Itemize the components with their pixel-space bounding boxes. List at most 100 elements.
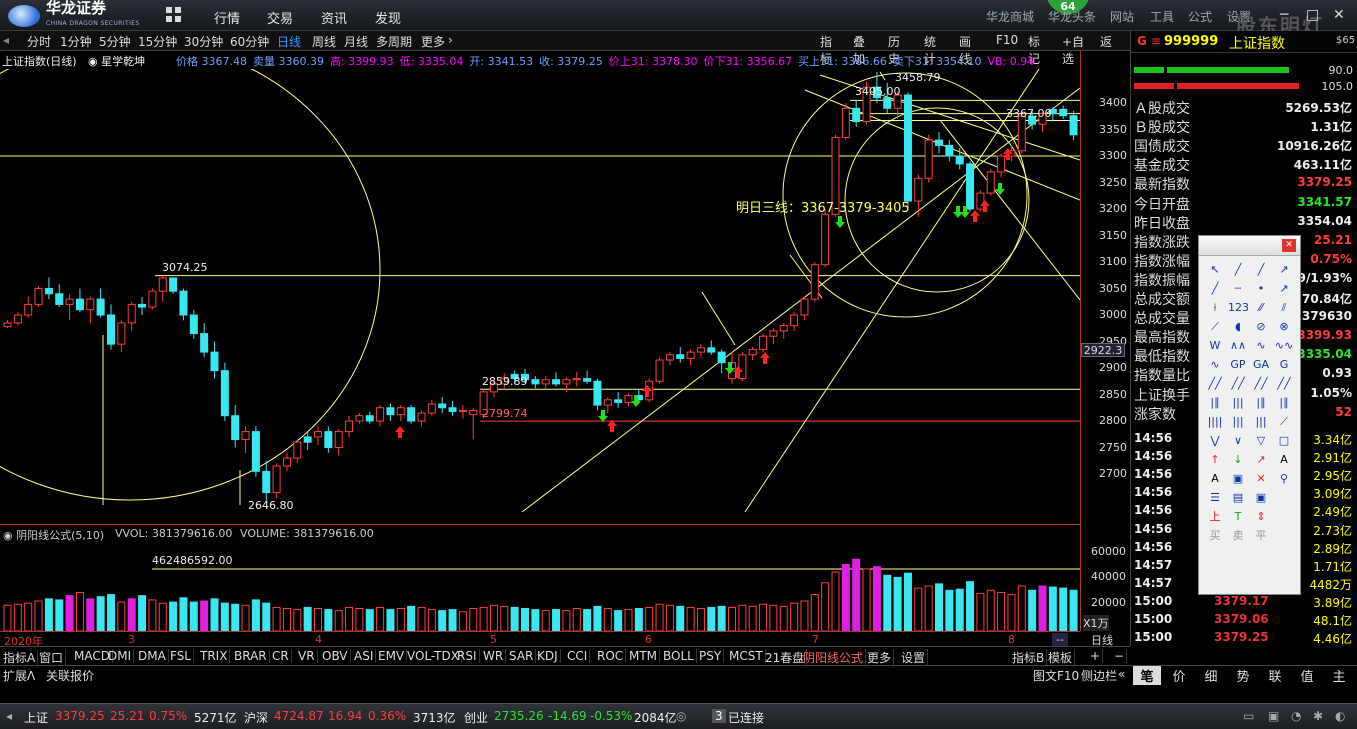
volume-bar[interactable] — [1007, 594, 1016, 631]
draw-tool-icon[interactable]: A — [1205, 470, 1225, 488]
draw-tool-icon[interactable]: ⫽ — [1274, 299, 1294, 317]
candle[interactable] — [676, 346, 685, 363]
candle[interactable] — [759, 333, 768, 353]
cycle-circle[interactable] — [0, 69, 381, 501]
grid-menu-icon[interactable] — [166, 7, 182, 23]
volume-bar[interactable] — [634, 608, 643, 632]
candle[interactable] — [86, 296, 95, 323]
cy-index-name[interactable]: 创业 — [464, 709, 488, 726]
volume-bar[interactable] — [500, 605, 509, 631]
indicator-tab[interactable]: BRAR — [232, 649, 270, 663]
candle[interactable] — [945, 140, 954, 162]
candle[interactable] — [717, 349, 726, 374]
indicator-tab[interactable]: TRIX — [198, 649, 231, 663]
volume-bar[interactable] — [986, 589, 995, 631]
volume-bar[interactable] — [365, 609, 374, 631]
volume-bar[interactable] — [966, 581, 975, 631]
draw-tool-icon[interactable]: ∧∧ — [1228, 337, 1248, 355]
volume-bar[interactable] — [438, 610, 447, 631]
close-icon[interactable]: ✕ — [1333, 7, 1345, 23]
volume-bar[interactable] — [13, 603, 22, 631]
candle[interactable] — [531, 375, 540, 389]
volume-bar[interactable] — [189, 601, 198, 631]
volume-bar[interactable] — [903, 572, 912, 631]
volume-bar[interactable] — [200, 600, 209, 631]
volume-bar[interactable] — [997, 591, 1006, 631]
panel-tab[interactable]: 细 — [1197, 666, 1225, 685]
indicator-tab[interactable]: KDJ — [535, 649, 561, 663]
draw-tool-label[interactable]: 平 — [1251, 527, 1271, 545]
candle[interactable] — [458, 405, 467, 419]
volume-bar[interactable] — [65, 595, 74, 631]
volume-bar[interactable] — [303, 606, 312, 631]
draw-tool-icon[interactable]: ||| — [1251, 413, 1271, 431]
period-monthly[interactable]: 月线 — [344, 33, 368, 50]
volume-bar[interactable] — [210, 598, 219, 631]
trend-line[interactable] — [744, 69, 1045, 513]
period-multi[interactable]: 多周期 — [376, 33, 412, 50]
indicator-tab[interactable]: CCI — [565, 649, 591, 663]
period-daily[interactable]: 日线 — [277, 33, 301, 50]
draw-tool-icon[interactable]: ⟋ — [1274, 413, 1294, 431]
volume-bar[interactable] — [334, 610, 343, 631]
volume-bar[interactable] — [728, 606, 736, 631]
candle[interactable] — [138, 296, 147, 315]
indicator-tab[interactable]: RSI — [455, 649, 480, 663]
candle[interactable] — [282, 452, 291, 472]
maximize-icon[interactable]: □ — [1306, 7, 1319, 23]
indicator-tab[interactable]: MCST — [727, 649, 766, 663]
keyboard-icon[interactable]: ▭ — [1243, 709, 1254, 723]
volume-bar[interactable] — [427, 609, 436, 631]
panel-tab[interactable]: 联 — [1261, 666, 1289, 685]
indicator-tab[interactable]: VOL-TDX — [405, 649, 462, 663]
draw-tool-icon[interactable]: ↓ — [1228, 451, 1248, 469]
volume-bar[interactable] — [138, 595, 147, 631]
draw-tool-icon[interactable]: GA — [1251, 356, 1271, 374]
indicator-tab[interactable]: 指标A — [1, 649, 39, 666]
bell-icon[interactable]: ◔ — [1291, 709, 1301, 723]
period-intraday[interactable]: 分时 — [27, 33, 51, 50]
candle[interactable] — [241, 426, 250, 453]
volume-bar[interactable] — [759, 603, 768, 631]
draw-tool-icon[interactable]: ∿∿ — [1274, 337, 1294, 355]
candle[interactable] — [355, 413, 364, 424]
panel-tab[interactable]: 主 — [1325, 666, 1353, 685]
draw-tool-icon[interactable]: ↗ — [1274, 280, 1294, 298]
draw-tool-icon[interactable]: ⋁ — [1205, 432, 1225, 450]
indicator-tab[interactable]: 窗口 — [37, 649, 67, 666]
draw-tool-icon[interactable]: ╱╱ — [1251, 375, 1271, 393]
draw-tool-icon[interactable]: G — [1274, 356, 1294, 374]
candle[interactable] — [220, 362, 229, 421]
draw-tool-icon[interactable]: |∥ — [1205, 394, 1225, 412]
volume-bar[interactable] — [831, 571, 840, 631]
user-icon[interactable]: ◐ — [1335, 709, 1345, 723]
volume-bar[interactable] — [779, 605, 788, 631]
candle[interactable] — [3, 320, 12, 329]
volume-bar[interactable] — [862, 568, 871, 631]
volume-bar[interactable] — [893, 576, 902, 631]
draw-tool-icon[interactable]: ▤ — [1228, 489, 1248, 507]
candle[interactable] — [127, 301, 136, 331]
candle[interactable] — [686, 349, 695, 366]
volume-bar[interactable] — [44, 598, 53, 631]
candle[interactable] — [552, 372, 561, 387]
candle[interactable] — [200, 322, 209, 358]
volume-bar[interactable] — [24, 602, 33, 631]
volume-bar[interactable] — [748, 605, 757, 631]
volume-bar[interactable] — [935, 583, 943, 631]
volume-bar[interactable] — [148, 599, 157, 631]
draw-tool-icon[interactable]: ▽ — [1251, 432, 1271, 450]
volume-bar[interactable] — [665, 604, 674, 631]
volume-bar[interactable] — [231, 603, 240, 631]
volume-bar[interactable] — [1048, 586, 1057, 631]
period-weekly[interactable]: 周线 — [312, 33, 336, 50]
volume-bar[interactable] — [800, 600, 809, 631]
menu-lines-icon[interactable]: ≡ — [1151, 34, 1161, 48]
status-arrow-icon[interactable]: ◂ — [6, 709, 12, 723]
candle[interactable] — [572, 371, 581, 387]
star-tool-label[interactable]: ◉ 星学乾坤 — [88, 53, 151, 69]
period-60min[interactable]: 60分钟 — [230, 33, 269, 50]
candle[interactable] — [583, 370, 592, 384]
volume-bar[interactable] — [117, 601, 126, 631]
draw-tool-icon[interactable]: ⊗ — [1274, 318, 1294, 336]
